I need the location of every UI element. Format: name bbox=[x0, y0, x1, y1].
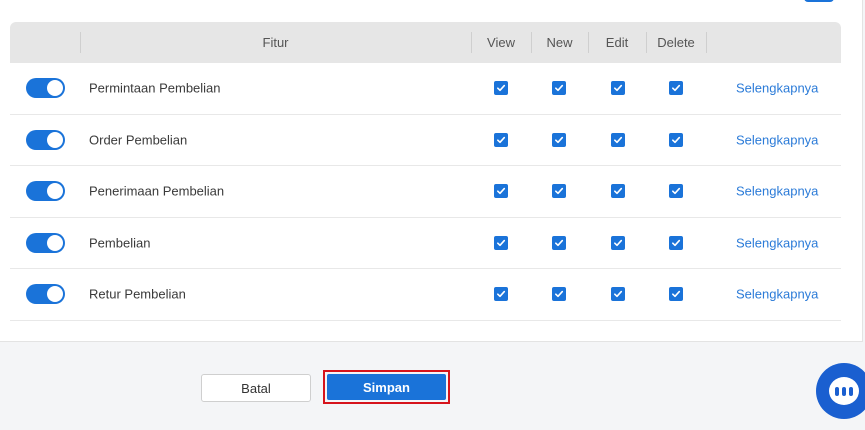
table-body: Permintaan Pembelian Selengkapnya Order Pe… bbox=[10, 63, 841, 321]
feature-toggle[interactable] bbox=[26, 78, 65, 99]
new-checkbox[interactable] bbox=[552, 132, 566, 147]
new-checkbox[interactable] bbox=[552, 287, 566, 302]
view-checkbox[interactable] bbox=[494, 81, 508, 96]
feature-name: Pembelian bbox=[89, 235, 151, 251]
toggle-knob bbox=[47, 131, 63, 148]
chat-dot bbox=[849, 386, 853, 396]
edit-checkbox[interactable] bbox=[611, 184, 625, 199]
feature-name: Retur Pembelian bbox=[89, 286, 186, 302]
toggle-knob bbox=[47, 80, 63, 97]
feature-toggle[interactable] bbox=[26, 129, 65, 150]
checkmark-icon bbox=[613, 238, 623, 248]
checkmark-icon bbox=[554, 135, 564, 145]
permissions-table: Fitur View New Edit Delete Permintaan Pe… bbox=[10, 22, 841, 321]
feature-toggle[interactable] bbox=[26, 284, 65, 305]
details-link[interactable]: Selengkapnya bbox=[736, 287, 818, 302]
delete-checkbox[interactable] bbox=[669, 287, 683, 302]
table-row: Retur Pembelian Selengkapnya bbox=[10, 269, 841, 321]
toggle-knob bbox=[47, 286, 63, 303]
view-checkbox[interactable] bbox=[494, 287, 508, 302]
checkmark-icon bbox=[496, 135, 506, 145]
checkmark-icon bbox=[554, 186, 564, 196]
checkmark-icon bbox=[613, 186, 623, 196]
checkmark-icon bbox=[554, 238, 564, 248]
new-checkbox[interactable] bbox=[552, 81, 566, 96]
chat-icon bbox=[829, 377, 859, 405]
toggle-knob bbox=[47, 183, 63, 200]
feature-toggle[interactable] bbox=[26, 232, 65, 253]
delete-checkbox[interactable] bbox=[669, 132, 683, 147]
delete-checkbox[interactable] bbox=[669, 235, 683, 250]
feature-name: Permintaan Pembelian bbox=[89, 80, 221, 96]
checkmark-icon bbox=[671, 186, 681, 196]
view-checkbox[interactable] bbox=[494, 235, 508, 250]
save-button[interactable]: Simpan bbox=[327, 374, 446, 400]
checkmark-icon bbox=[496, 289, 506, 299]
details-link[interactable]: Selengkapnya bbox=[736, 132, 818, 147]
checkmark-icon bbox=[671, 289, 681, 299]
checkmark-icon bbox=[671, 83, 681, 93]
chat-dot bbox=[835, 386, 839, 396]
header-delete: Delete bbox=[657, 35, 695, 50]
details-link[interactable]: Selengkapnya bbox=[736, 184, 818, 199]
checkmark-icon bbox=[554, 289, 564, 299]
header-divider bbox=[706, 32, 707, 53]
details-link[interactable]: Selengkapnya bbox=[736, 81, 818, 96]
feature-toggle[interactable] bbox=[26, 181, 65, 202]
checkmark-icon bbox=[613, 289, 623, 299]
checkmark-icon bbox=[496, 83, 506, 93]
edit-checkbox[interactable] bbox=[611, 287, 625, 302]
checkmark-icon bbox=[671, 238, 681, 248]
edit-checkbox[interactable] bbox=[611, 132, 625, 147]
view-checkbox[interactable] bbox=[494, 184, 508, 199]
new-checkbox[interactable] bbox=[552, 184, 566, 199]
checkmark-icon bbox=[496, 186, 506, 196]
toggle-knob bbox=[47, 234, 63, 251]
header-new: New bbox=[546, 35, 573, 50]
table-header: Fitur View New Edit Delete bbox=[10, 22, 841, 63]
checkmark-icon bbox=[613, 83, 623, 93]
top-action-button[interactable] bbox=[804, 0, 834, 2]
table-row: Penerimaan Pembelian Selengkapnya bbox=[10, 166, 841, 218]
delete-checkbox[interactable] bbox=[669, 81, 683, 96]
details-link[interactable]: Selengkapnya bbox=[736, 235, 818, 250]
delete-checkbox[interactable] bbox=[669, 184, 683, 199]
checkmark-icon bbox=[671, 135, 681, 145]
table-row: Permintaan Pembelian Selengkapnya bbox=[10, 63, 841, 115]
chat-dot bbox=[842, 386, 846, 396]
header-feature: Fitur bbox=[262, 35, 289, 50]
view-checkbox[interactable] bbox=[494, 132, 508, 147]
new-checkbox[interactable] bbox=[552, 235, 566, 250]
feature-name: Penerimaan Pembelian bbox=[89, 183, 225, 199]
edit-checkbox[interactable] bbox=[611, 81, 625, 96]
cancel-button[interactable]: Batal bbox=[201, 374, 311, 402]
checkmark-icon bbox=[613, 135, 623, 145]
feature-name: Order Pembelian bbox=[89, 132, 188, 148]
table-row: Order Pembelian Selengkapnya bbox=[10, 115, 841, 166]
table-row: Pembelian Selengkapnya bbox=[10, 218, 841, 269]
checkmark-icon bbox=[554, 83, 564, 93]
header-view: View bbox=[487, 35, 515, 50]
edit-checkbox[interactable] bbox=[611, 235, 625, 250]
chat-button[interactable] bbox=[816, 363, 865, 419]
checkmark-icon bbox=[496, 238, 506, 248]
permissions-panel: Fitur View New Edit Delete Permintaan Pe… bbox=[0, 0, 863, 342]
header-edit: Edit bbox=[605, 35, 629, 50]
